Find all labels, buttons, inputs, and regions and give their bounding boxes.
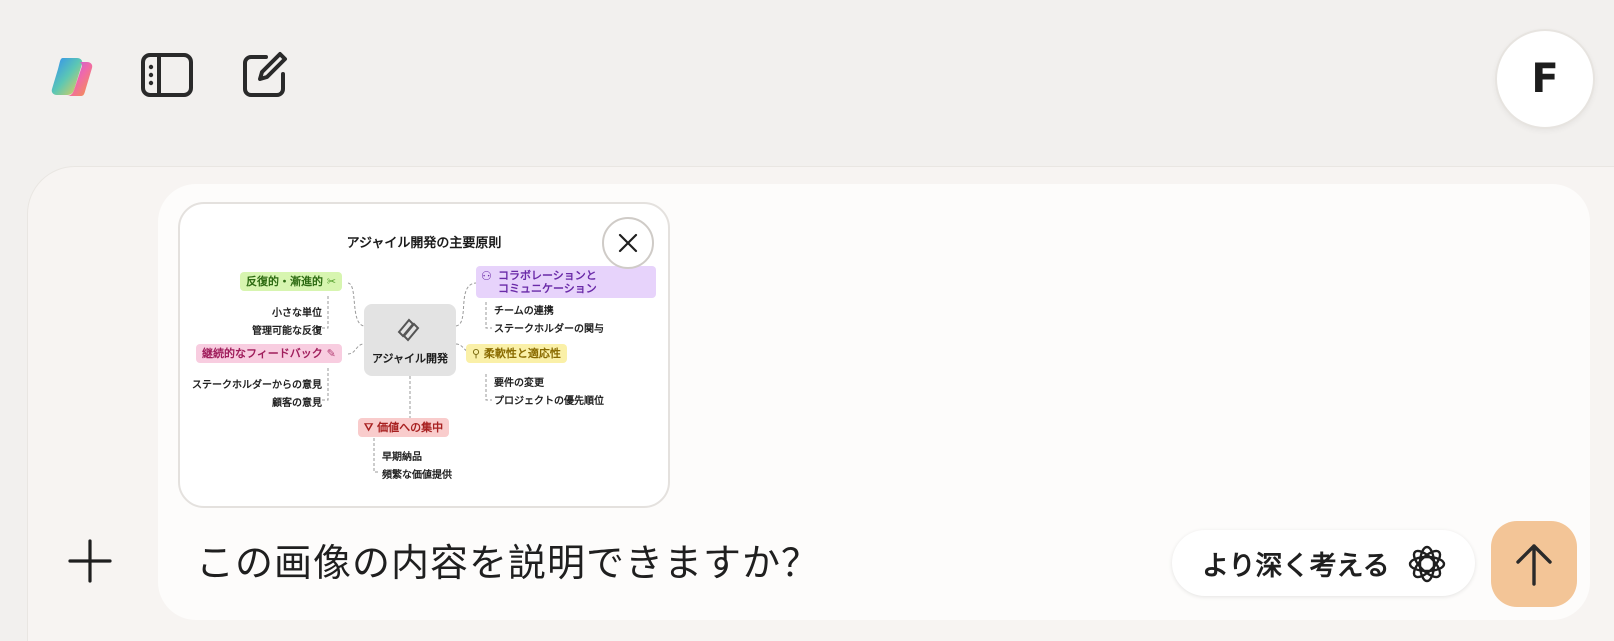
mindmap-item: ステークホルダーの関与 — [494, 324, 604, 335]
mindmap-item: ステークホルダーからの意見 — [192, 380, 322, 391]
mindmap-item: プロジェクトの優先順位 — [494, 396, 604, 407]
mindmap-item: 顧客の意見 — [272, 398, 322, 409]
new-chat-icon[interactable] — [240, 50, 290, 100]
mindmap-center-node: アジャイル開発 — [364, 304, 456, 376]
mindmap-node-collaboration: ⚇ コラボレーションと コミュニケーション — [476, 266, 656, 298]
copilot-logo-icon[interactable] — [48, 52, 96, 100]
arrow-up-icon — [1516, 544, 1552, 586]
prompt-input[interactable]: この画像の内容を説明できますか？ — [196, 538, 820, 588]
mindmap-node-value: ⛛ 価値への集中 — [358, 418, 450, 437]
mindmap-item: 小さな単位 — [272, 308, 322, 319]
think-deeper-label: より深く考える — [1202, 550, 1390, 582]
remove-attachment-button[interactable] — [602, 217, 654, 269]
send-button[interactable] — [1491, 521, 1577, 607]
collaboration-icon: ⚇ — [481, 269, 492, 283]
mindmap-item: 頻繁な価値提供 — [382, 470, 452, 481]
think-deeper-button[interactable]: より深く考える — [1172, 530, 1475, 596]
agile-loop-icon — [397, 318, 420, 342]
mindmap-node-flexibility: ⚲ 柔軟性と適応性 — [466, 344, 567, 363]
plus-icon — [68, 539, 112, 583]
add-attachment-button[interactable] — [66, 537, 114, 585]
mindmap-item: 管理可能な反復 — [252, 326, 322, 337]
top-bar: F — [0, 0, 1614, 160]
sidebar-toggle-icon[interactable] — [140, 52, 194, 98]
image-attachment[interactable]: アジャイル開発の主要原則 アジャイル開発 反復的・漸進的 ✂ 小さな単位 管理可… — [178, 202, 670, 508]
mindmap-node-iterative: 反復的・漸進的 ✂ — [240, 272, 343, 291]
mindmap-item: チームの連携 — [494, 306, 554, 317]
mindmap-title: アジャイル開発の主要原則 — [346, 236, 502, 251]
user-avatar[interactable]: F — [1495, 29, 1595, 129]
mindmap-item: 要件の変更 — [494, 378, 544, 389]
mindmap-item: 早期納品 — [382, 452, 422, 463]
close-icon — [618, 233, 638, 253]
mindmap-node-feedback: 継続的なフィードバック ✎ — [196, 344, 342, 363]
think-deeper-icon — [1408, 545, 1446, 583]
